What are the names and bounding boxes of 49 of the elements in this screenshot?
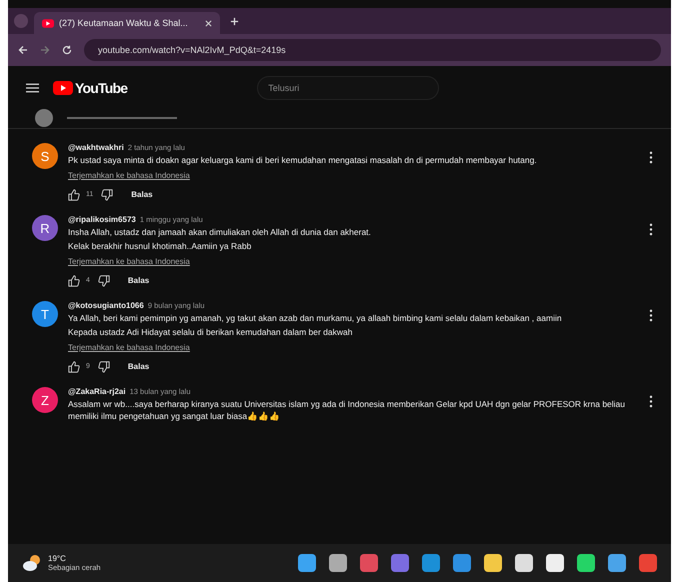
comment-author[interactable]: @wakhtwakhri — [68, 143, 124, 152]
reply-button[interactable]: Balas — [127, 188, 157, 201]
comment-text: Assalam wr wb....saya berharap kiranya suatu Universitas islam yg ada di Indonesia memberikan Gelar kpd UAH dgn gelar PROFESOR krna beliau memiliki ilmu pengetahuan yg sangat luar biasa👍👍👍 — [68, 398, 626, 422]
thumbs-down-icon[interactable] — [101, 188, 114, 200]
avatar: S — [32, 143, 58, 169]
browser-tab[interactable]: (27) Keutamaan Waktu & Shal... — [34, 12, 220, 34]
close-icon[interactable] — [205, 20, 212, 26]
comment-author[interactable]: @ripalikosim6573 — [68, 215, 136, 224]
avatar-placeholder — [35, 109, 53, 127]
temperature-text: 19°C — [48, 554, 67, 563]
translate-link[interactable]: Terjemahkan ke bahasa Indonesia — [68, 257, 190, 266]
more-options-icon[interactable] — [649, 223, 653, 236]
avatar: T — [32, 301, 58, 327]
address-bar[interactable]: youtube.com/watch?v=NAl2IvM_PdQ&t=2419s — [84, 39, 661, 61]
video-icon — [42, 18, 54, 28]
more-options-icon[interactable] — [649, 309, 653, 322]
thumbs-up-icon[interactable] — [68, 188, 80, 200]
reply-button[interactable]: Balas — [124, 274, 154, 287]
reload-icon[interactable] — [62, 45, 72, 55]
back-icon[interactable] — [18, 45, 28, 55]
avatar: R — [32, 215, 58, 241]
translate-link[interactable]: Terjemahkan ke bahasa Indonesia — [68, 171, 190, 180]
app-icon[interactable] — [329, 554, 347, 572]
comment-text: Kepada ustadz Adi Hidayat selalu di berikan kemudahan dalam ber dakwah — [68, 326, 354, 338]
thumbs-up-icon[interactable] — [68, 360, 80, 372]
more-options-icon[interactable] — [649, 151, 653, 164]
plus-icon[interactable] — [230, 16, 239, 26]
app-icon[interactable] — [608, 554, 626, 572]
comment-text: Insha Allah, ustadz dan jamaah akan dimuliakan oleh Allah di dunia dan akherat. — [68, 226, 372, 238]
avatar: Z — [32, 387, 58, 413]
comment-author[interactable]: @kotosugianto1066 — [68, 301, 144, 310]
app-icon[interactable] — [515, 554, 533, 572]
reply-button[interactable]: Balas — [124, 360, 154, 373]
comment-author[interactable]: @ZakaRia-rj2ai — [68, 387, 126, 396]
thumbs-down-icon[interactable] — [98, 274, 110, 286]
forward-icon[interactable] — [40, 45, 50, 55]
more-options-icon[interactable] — [649, 395, 653, 408]
comment-text: Pk ustad saya minta di doakn agar keluarga kami di beri kemudahan mengatasi masalah dn di permudah membayar hutang. — [68, 154, 538, 166]
play-logo-icon — [53, 81, 73, 95]
thumbs-down-icon[interactable] — [98, 360, 110, 372]
menu-icon[interactable] — [26, 83, 39, 93]
weather-icon[interactable] — [22, 554, 42, 572]
comment-text: Ya Allah, beri kami pemimpin yg amanah, yg takut akan azab dan murkamu, ya allaah bimbing kami selalu dalam kebaikan , aamiin — [68, 312, 563, 324]
app-icon[interactable] — [546, 554, 564, 572]
search-field[interactable]: Telusuri — [257, 76, 440, 100]
thumbs-up-icon[interactable] — [68, 274, 80, 286]
logo-text[interactable]: YouTube — [75, 80, 128, 96]
translate-link[interactable]: Terjemahkan ke bahasa Indonesia — [68, 343, 190, 352]
comment-text: Kelak berakhir husnul khotimah..Aamiin ya Rabb — [68, 240, 252, 252]
